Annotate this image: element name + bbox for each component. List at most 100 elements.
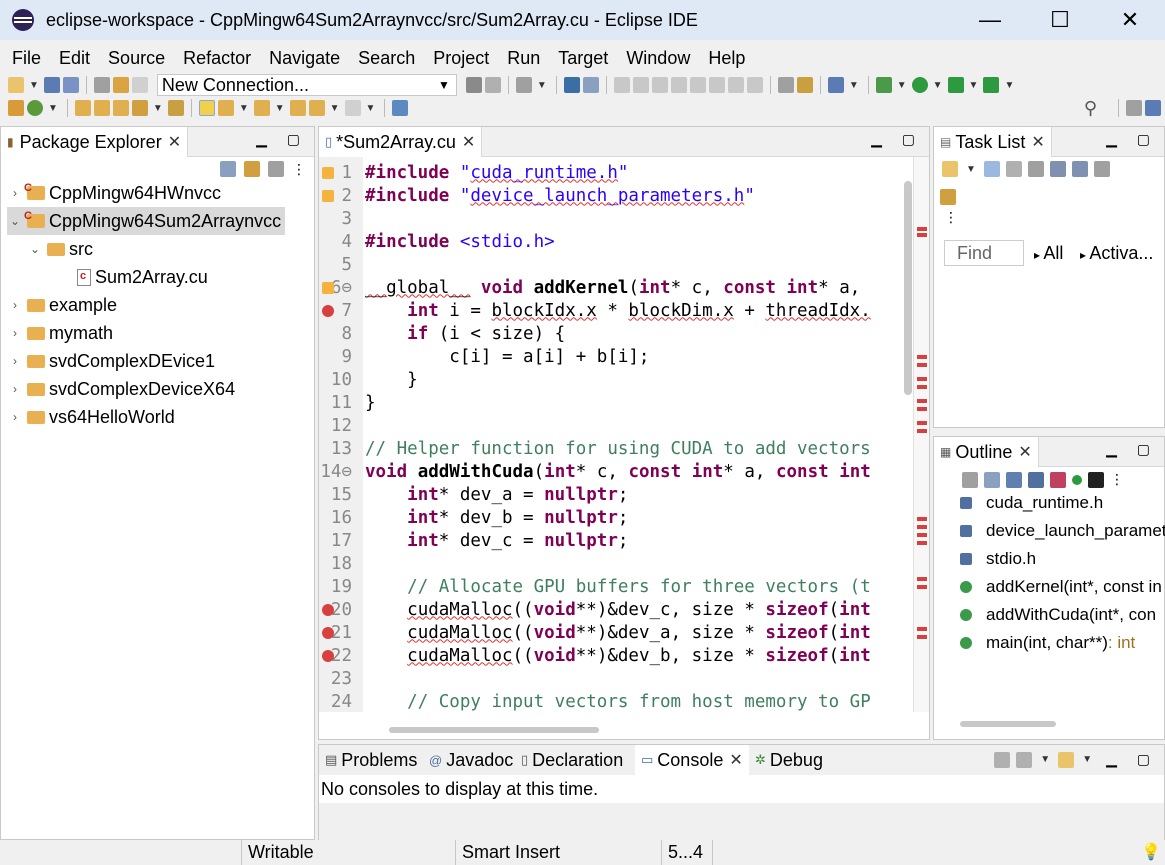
menu-help[interactable]: Help [699,48,754,69]
error-marker-icon[interactable] [322,626,334,639]
suspend-icon[interactable] [632,77,649,93]
build-icon[interactable] [93,77,110,93]
hide-macros-icon[interactable] [1088,471,1104,488]
code-line[interactable]: 13 // Helper function for using CUDA to a… [319,437,903,460]
close-icon[interactable]: ✕ [1031,132,1044,152]
run-icon[interactable] [911,77,928,93]
pin-console-icon[interactable] [994,751,1011,768]
panel-window-controls[interactable]: ▁ ▢ [1106,131,1158,148]
ruler-marker[interactable] [917,517,927,521]
view-menu-icon[interactable] [268,161,284,177]
ruler-marker[interactable] [917,377,927,381]
code-line[interactable]: 7 int i = blockIdx.x * blockDim.x + thre… [319,299,903,322]
ruler-marker[interactable] [917,421,927,425]
close-icon[interactable]: ✕ [729,750,742,770]
tab-editor-file[interactable]: ▯ *Sum2Array.cu ✕ [319,127,483,157]
tree-item-project[interactable]: › vs64HelloWorld [7,403,175,431]
new-project-icon[interactable] [8,100,24,116]
tree-item-folder[interactable]: ⌄ src [27,235,93,263]
hide-static-icon[interactable] [1050,471,1066,488]
ruler-marker[interactable] [917,525,927,529]
more-options-icon[interactable]: ⋮ [292,161,306,178]
error-marker-icon[interactable] [322,304,334,317]
terminal-icon[interactable] [563,77,580,93]
tip-lightbulb-icon[interactable]: 💡 [1141,842,1161,862]
chevron-right-icon[interactable]: › [7,186,23,200]
ruler-marker[interactable] [917,227,927,231]
close-icon[interactable]: ✕ [462,132,475,152]
menu-window[interactable]: Window [617,48,699,69]
sync-icon[interactable] [940,189,956,205]
collapse-all-icon[interactable] [220,161,236,177]
chevron-down-icon[interactable]: ⌄ [27,242,43,256]
tree-item-project[interactable]: › example [7,291,117,319]
ruler-marker[interactable] [917,533,927,537]
code-line[interactable]: 5 [319,253,903,276]
resume-icon[interactable] [613,77,630,93]
step-into-icon[interactable] [689,77,706,93]
sort-icon[interactable] [1006,471,1022,488]
back-icon[interactable] [308,100,325,116]
menu-search[interactable]: Search [349,48,424,69]
pin-editor-icon[interactable] [392,100,409,116]
chevron-right-icon[interactable]: › [7,382,23,396]
tree-item-project[interactable]: › svdComplexDeviceX64 [7,375,235,403]
tab-outline[interactable]: ▦ Outline ✕ [934,437,1039,467]
search-icon[interactable]: ⚲ [1084,98,1097,119]
code-line[interactable]: 14⊖ void addWithCuda(int* c, const int* a… [319,460,903,483]
last-edit-location-icon[interactable] [289,100,306,116]
close-icon[interactable]: ✕ [168,132,181,152]
skip-breakpoints-icon[interactable] [582,77,599,93]
outline-item-function[interactable]: addWithCuda(int*, con [960,601,1156,629]
next-annotation-icon[interactable] [217,100,234,116]
cpp-perspective-icon[interactable] [1145,100,1161,116]
categorized-icon[interactable] [983,161,1000,177]
code-line[interactable]: 19 // Allocate GPU buffers for three vec… [319,575,903,598]
outline-item-include[interactable]: device_launch_paramet [960,517,1165,545]
ruler-marker[interactable] [917,385,927,389]
minimize-button[interactable]: — [955,0,1025,40]
link-with-editor-icon[interactable] [244,161,260,177]
code-line[interactable]: 3 [319,207,903,230]
vertical-scrollbar[interactable] [904,157,912,687]
menu-refactor[interactable]: Refactor [174,48,260,69]
step-return-icon[interactable] [727,77,744,93]
menu-file[interactable]: File [3,48,50,69]
tree-item-project[interactable]: › svdComplexDEvice1 [7,347,215,375]
tree-item-file[interactable]: Sum2Array.cu [73,263,208,291]
code-line[interactable]: 2 #include "device_launch_parameters.h" [319,184,903,207]
menu-source[interactable]: Source [99,48,174,69]
chevron-right-icon[interactable]: › [7,298,23,312]
ruler-marker[interactable] [917,577,927,581]
view-menu-icon[interactable] [1093,161,1110,177]
outline-item-function[interactable]: main(int, char**) : int [960,629,1135,657]
code-line[interactable]: 8 if (i < size) { [319,322,903,345]
open-console-icon[interactable] [827,77,844,93]
menu-project[interactable]: Project [424,48,498,69]
ruler-marker[interactable] [917,635,927,639]
more-options-icon[interactable]: ⋮ [1110,471,1124,488]
tab-task-list[interactable]: ▤ Task List ✕ [934,127,1052,157]
coverage-icon[interactable] [947,77,964,93]
code-line[interactable]: 10 } [319,368,903,391]
ruler-marker[interactable] [917,399,927,403]
menu-edit[interactable]: Edit [50,48,99,69]
tab-console[interactable]: ▭ Console ✕ [635,745,750,775]
hide-completed-icon[interactable] [1049,161,1066,177]
debug-icon[interactable] [875,77,892,93]
refresh-icon[interactable] [796,77,813,93]
code-line[interactable]: 17 int* dev_c = nullptr; [319,529,903,552]
outline-item-function[interactable]: addKernel(int*, const in [960,573,1162,601]
build-all-icon[interactable] [27,100,43,116]
forward-icon[interactable] [344,100,361,116]
menu-navigate[interactable]: Navigate [260,48,349,69]
ruler-marker[interactable] [917,429,927,433]
focus-icon[interactable] [1027,161,1044,177]
collapse-outline-icon[interactable] [984,471,1000,488]
ruler-marker[interactable] [917,363,927,367]
more-options-icon[interactable]: ⋮ [944,209,958,226]
horizontal-scrollbar[interactable] [389,727,599,733]
instruction-step-icon[interactable] [746,77,763,93]
ruler-marker[interactable] [917,585,927,589]
save-icon[interactable] [43,77,60,93]
